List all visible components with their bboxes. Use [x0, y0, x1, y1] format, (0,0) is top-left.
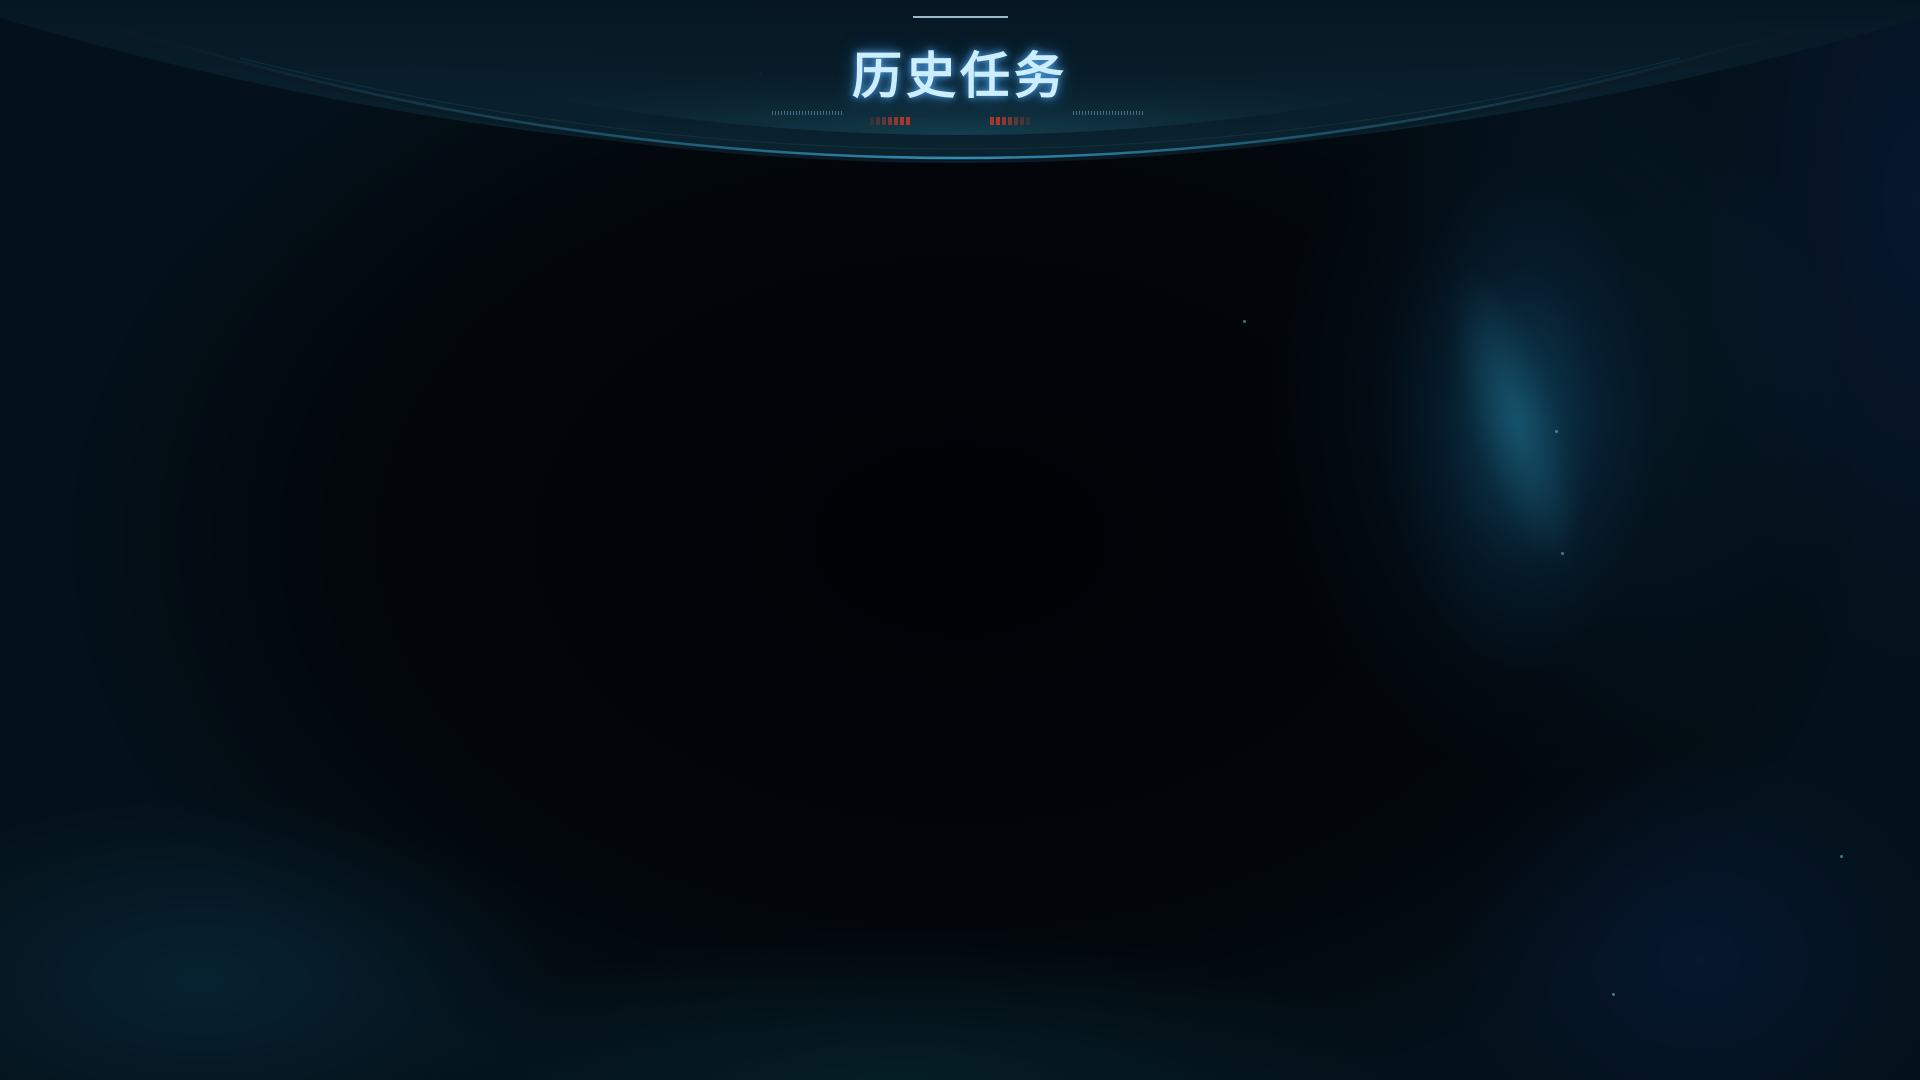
title-deco-bars-left: [870, 117, 910, 125]
nebula-glow: [1422, 253, 1608, 587]
top-header-frame: 历史任务: [0, 0, 1920, 170]
title-deco-bars-right: [990, 117, 1030, 125]
page-title: 历史任务: [852, 47, 1068, 105]
title-top-line: [913, 16, 1008, 18]
star: [1840, 855, 1843, 858]
title-deco-ticks-right: [1073, 110, 1143, 116]
star: [1555, 430, 1558, 433]
star: [1243, 320, 1246, 323]
star: [1612, 993, 1615, 996]
title-deco-ticks-left: [772, 110, 842, 116]
star: [1561, 552, 1564, 555]
game-screen: 历史任务: [0, 0, 1920, 1080]
